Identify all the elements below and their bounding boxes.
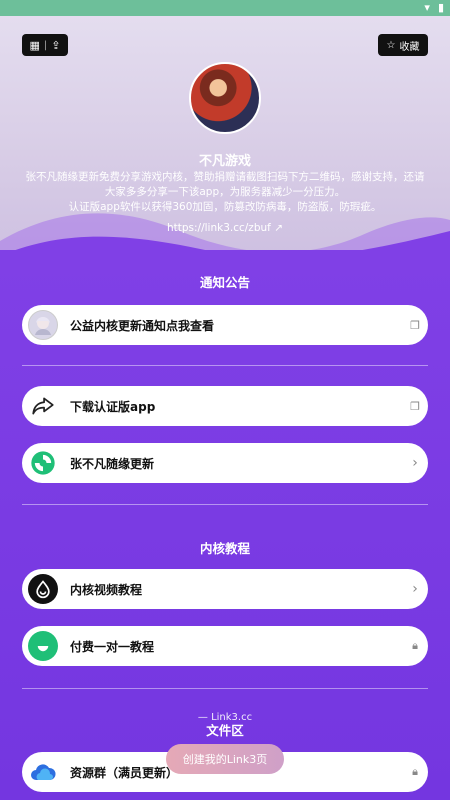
avatar [189,62,261,134]
share-arrow-icon [28,391,58,421]
external-link-icon: ↗ [274,222,283,234]
copy-icon[interactable]: ❐ [402,319,428,332]
profile-link-text[interactable]: https://link3.cc/zbuf [167,222,271,234]
favorite-button[interactable]: ☆ 收藏 [378,34,428,56]
section-title-tutorial: 内核教程 [199,541,250,556]
divider [22,365,428,366]
card-paid-label: 付费一对一教程 [70,639,155,654]
star-icon: ☆ [386,39,396,51]
profile-link[interactable]: https://link3.cc/zbuf ↗ [0,222,450,234]
qr-code-icon[interactable]: ▦ [30,39,40,52]
lock-icon: 🔒︎ [412,639,418,652]
section-title-files: 文件区 [206,723,244,738]
divider [22,688,428,689]
green-swirl-icon [28,448,58,478]
card-video-tutorial[interactable]: 内核视频教程 › [22,569,428,609]
lock-icon: 🔒︎ [412,765,418,778]
card-zhangbufan-update[interactable]: 张不凡随缘更新 › [22,443,428,483]
description-line-3: 认证版app软件以获得360加固，防篡改防病毒，防盗版，防瑕疵。 [68,201,382,213]
chevron-right-icon: › [412,455,418,471]
card-download-app[interactable]: 下载认证版app ❐ [22,386,428,426]
description-line-1: 张不凡随缘更新免费分享游戏内核，赞助捐赠请截图扫码下方二维码，感谢支持，还请 [25,171,425,183]
favorite-label: 收藏 [399,41,420,53]
profile-description: 张不凡随缘更新免费分享游戏内核，赞助捐赠请截图扫码下方二维码，感谢支持，还请 大… [22,170,428,215]
green-bubble-icon [28,631,58,661]
divider [22,504,428,505]
cloud-icon [28,757,58,787]
wifi-icon: ▾ [424,1,430,14]
battery-icon: ▮ [437,1,444,14]
create-link3-page-button[interactable]: 创建我的Link3页 [166,744,284,774]
section-title-notice: 通知公告 [199,275,250,290]
card-notice-label: 公益内核更新通知点我查看 [70,318,215,333]
status-bar: ▾ ▮ [0,0,450,16]
card-paid-tutorial[interactable]: 付费一对一教程 🔒︎ [22,626,428,666]
card-zhangbufan-label: 张不凡随缘更新 [70,456,155,471]
top-left-actions[interactable]: ▦ | ⇪ [22,34,68,56]
share-icon[interactable]: ⇪ [51,39,60,52]
copy-icon[interactable]: ❐ [402,400,428,413]
card-download-label: 下载认证版app [70,399,156,414]
chevron-right-icon: › [412,581,418,597]
card-notice[interactable]: 公益内核更新通知点我查看 ❐ [22,305,428,345]
profile-name: 不凡游戏 [198,154,251,169]
anime-avatar-icon [28,310,58,340]
drop-icon [28,574,58,604]
card-video-label: 内核视频教程 [70,582,143,597]
description-line-2: 大家多多分享一下该app，为服务器减少一分压力。 [104,186,346,198]
